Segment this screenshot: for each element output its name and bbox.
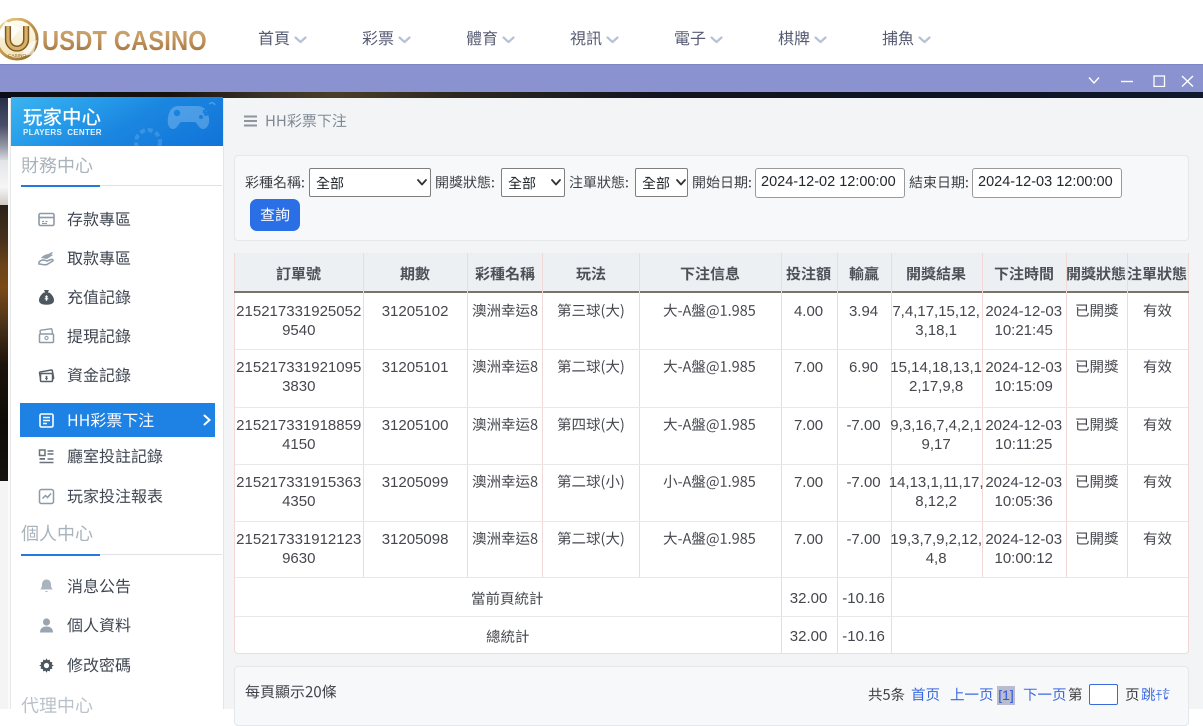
svg-text:CASINO: CASINO — [8, 53, 27, 59]
